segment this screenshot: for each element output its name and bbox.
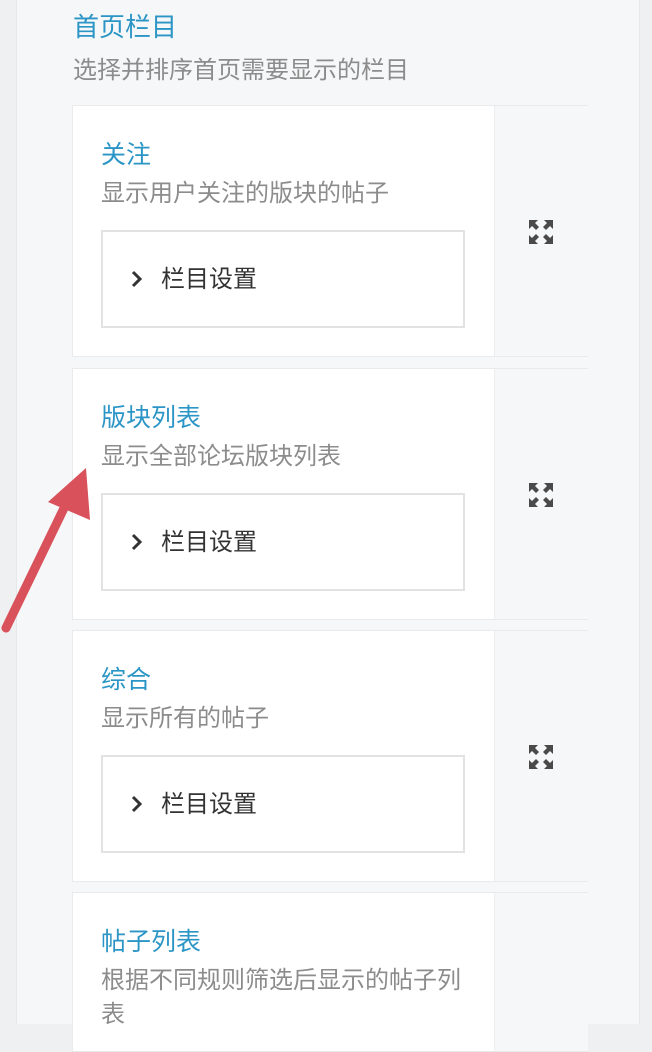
column-item-body: 帖子列表 根据不同规则筛选后显示的帖子列表 [73,893,494,1051]
column-item-general[interactable]: 综合 显示所有的帖子 栏目设置 [72,630,588,882]
column-item-body: 关注 显示用户关注的版块的帖子 栏目设置 [73,106,494,356]
column-item-forum-list[interactable]: 版块列表 显示全部论坛版块列表 栏目设置 [72,368,588,620]
column-item-body: 版块列表 显示全部论坛版块列表 栏目设置 [73,369,494,619]
column-settings-toggle[interactable]: 栏目设置 [101,755,465,853]
column-item-description: 根据不同规则筛选后显示的帖子列表 [101,966,461,1028]
section-title: 首页栏目 [73,13,178,43]
column-item-body: 综合 显示所有的帖子 栏目设置 [73,631,494,881]
column-settings-toggle[interactable]: 栏目设置 [101,230,465,328]
column-item-title: 综合 [101,665,152,694]
column-item-follow[interactable]: 关注 显示用户关注的版块的帖子 栏目设置 [72,105,588,357]
chevron-right-icon [127,794,147,814]
column-item-description: 显示所有的帖子 [101,704,269,732]
chevron-right-icon [127,269,147,289]
drag-handle[interactable] [494,893,588,1051]
column-item-description: 显示全部论坛版块列表 [101,442,341,470]
column-item-title: 帖子列表 [101,927,202,956]
column-item-title: 关注 [101,140,152,169]
column-settings-label: 栏目设置 [161,528,257,556]
column-settings-label: 栏目设置 [161,265,257,293]
column-settings-toggle[interactable]: 栏目设置 [101,493,465,591]
move-arrows-icon[interactable] [527,743,555,771]
column-item-post-list[interactable]: 帖子列表 根据不同规则筛选后显示的帖子列表 [72,892,588,1052]
chevron-right-icon [127,532,147,552]
move-arrows-icon[interactable] [527,481,555,509]
section-description: 选择并排序首页需要显示的栏目 [73,56,409,84]
column-item-description: 显示用户关注的版块的帖子 [101,179,389,207]
column-settings-label: 栏目设置 [161,790,257,818]
column-item-title: 版块列表 [101,403,202,432]
move-arrows-icon[interactable] [527,218,555,246]
